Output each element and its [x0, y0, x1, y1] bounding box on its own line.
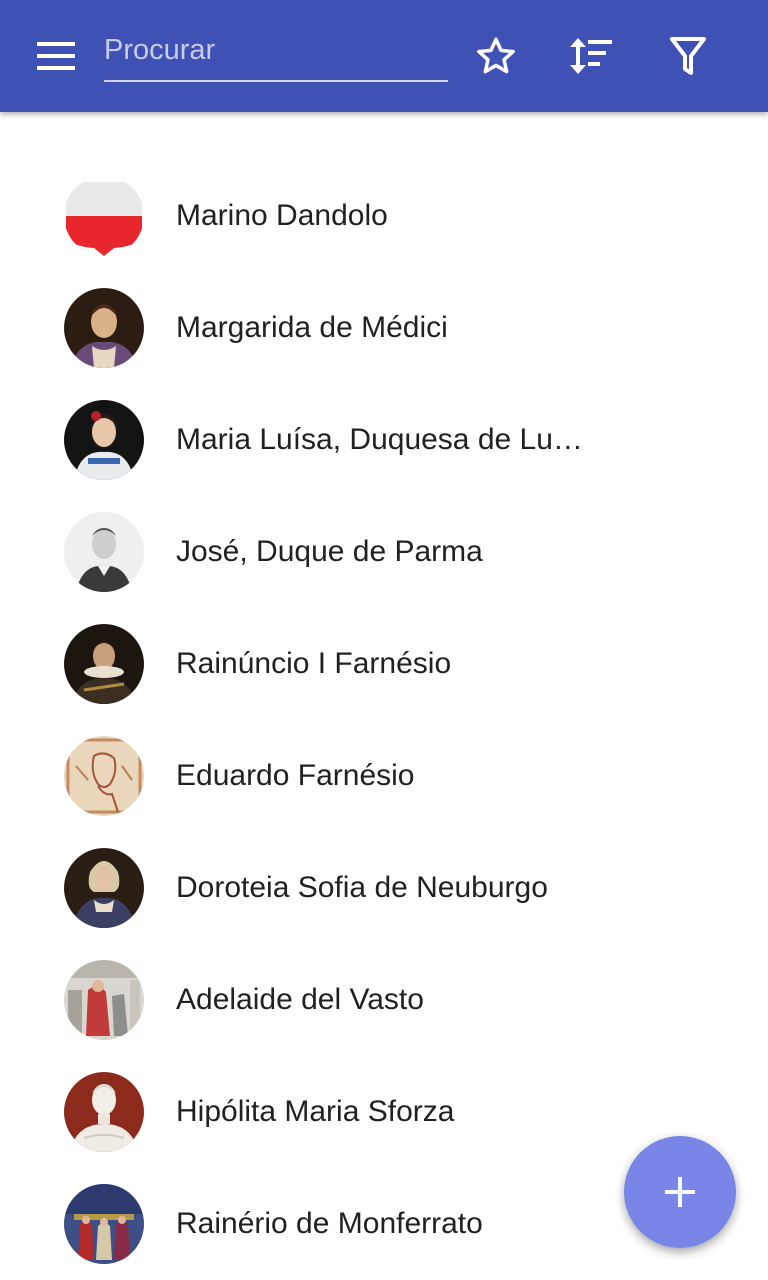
app-bar [0, 0, 768, 112]
portrait-icon [64, 400, 144, 480]
filter-button[interactable] [660, 28, 716, 84]
item-name: Margarida de Médici [176, 311, 448, 344]
list-item[interactable]: Maria Luísa, Duquesa de Lu… [0, 384, 768, 496]
avatar [64, 288, 144, 368]
avatar [64, 736, 144, 816]
filter-icon [670, 37, 706, 75]
search-field [104, 24, 448, 82]
add-button[interactable] [624, 1136, 736, 1248]
search-input[interactable] [104, 28, 448, 72]
list-item[interactable]: Marino Dandolo [0, 160, 768, 272]
item-name: Eduardo Farnésio [176, 759, 415, 792]
item-name: Doroteia Sofia de Neuburgo [176, 871, 548, 904]
item-name: José, Duque de Parma [176, 535, 483, 568]
list-item[interactable]: Doroteia Sofia de Neuburgo [0, 832, 768, 944]
item-name: Rainúncio I Farnésio [176, 647, 452, 680]
sketch-icon [64, 736, 144, 816]
hamburger-menu-icon [37, 42, 75, 70]
sort-icon [570, 38, 612, 74]
people-list: Marino Dandolo Margarida de Médici Maria… [0, 160, 768, 1280]
painting-icon [64, 960, 144, 1040]
portrait-icon [64, 624, 144, 704]
sort-button[interactable] [563, 28, 619, 84]
item-name: Adelaide del Vasto [176, 983, 424, 1016]
favorites-button[interactable] [468, 28, 524, 84]
coat-of-arms-icon [64, 176, 144, 256]
star-outline-icon [477, 37, 515, 74]
list-item[interactable]: Adelaide del Vasto [0, 944, 768, 1056]
list-item[interactable]: Margarida de Médici [0, 272, 768, 384]
item-name: Rainério de Monferrato [176, 1207, 483, 1240]
sculpture-icon [64, 1072, 144, 1152]
portrait-icon [64, 512, 144, 592]
avatar [64, 960, 144, 1040]
plus-icon [665, 1177, 695, 1207]
list-item[interactable]: Rainúncio I Farnésio [0, 608, 768, 720]
item-name: Hipólita Maria Sforza [176, 1095, 455, 1128]
avatar [64, 1184, 144, 1264]
avatar [64, 848, 144, 928]
list-item[interactable]: Eduardo Farnésio [0, 720, 768, 832]
item-name: Marino Dandolo [176, 199, 388, 232]
avatar [64, 624, 144, 704]
avatar [64, 512, 144, 592]
avatar [64, 1072, 144, 1152]
menu-button[interactable] [28, 32, 84, 80]
list-item[interactable]: José, Duque de Parma [0, 496, 768, 608]
avatar [64, 400, 144, 480]
avatar [64, 176, 144, 256]
portrait-icon [64, 288, 144, 368]
painting-icon [64, 1184, 144, 1264]
portrait-icon [64, 848, 144, 928]
item-name: Maria Luísa, Duquesa de Lu… [176, 423, 583, 456]
